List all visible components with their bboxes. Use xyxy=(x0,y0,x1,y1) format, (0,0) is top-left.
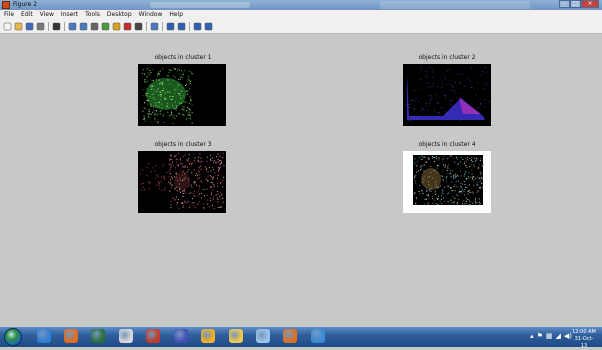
insert-legend-icon[interactable] xyxy=(177,22,186,31)
clock-date: 31-Oct-13 xyxy=(574,336,594,349)
subplot-3-image[interactable] xyxy=(138,151,226,213)
firefox-icon[interactable] xyxy=(64,329,78,343)
media-center-icon[interactable] xyxy=(91,329,105,343)
data-cursor-icon[interactable] xyxy=(112,22,121,31)
subplot-3-title: objects in cluster 3 xyxy=(154,141,212,148)
volume-icon[interactable]: ◀) xyxy=(564,332,572,340)
menu-window[interactable]: Window xyxy=(139,10,163,20)
matlab-icon[interactable] xyxy=(283,329,297,343)
start-button[interactable] xyxy=(4,328,22,346)
window-title: Figure 2 xyxy=(13,1,38,8)
java-icon[interactable] xyxy=(146,329,160,343)
file-explorer-icon[interactable] xyxy=(229,329,243,343)
toolbar-separator xyxy=(189,22,190,31)
player-icon[interactable] xyxy=(311,329,325,343)
toolbar-separator xyxy=(64,22,65,31)
insert-colorbar-icon[interactable] xyxy=(166,22,175,31)
menu-view[interactable]: View xyxy=(40,10,54,20)
subplot-2-image[interactable] xyxy=(403,64,491,126)
notepad-icon[interactable] xyxy=(256,329,270,343)
subplot-1-title: objects in cluster 1 xyxy=(154,54,212,61)
hide-plot-tools-icon[interactable] xyxy=(193,22,202,31)
title-bar[interactable]: Figure 2 – □ × xyxy=(0,0,602,10)
chrome-icon[interactable] xyxy=(119,329,133,343)
matlab-figure-icon xyxy=(2,1,10,9)
title-bar-region xyxy=(380,1,530,9)
chrome-app-icon[interactable] xyxy=(201,329,215,343)
menu-bar: File Edit View Insert Tools Desktop Window Help xyxy=(0,10,602,20)
print-icon[interactable] xyxy=(36,22,45,31)
show-plot-tools-icon[interactable] xyxy=(204,22,213,31)
system-tray: ▴ ⚑ ▦ ◢ ◀) xyxy=(527,332,572,340)
zoom-in-icon[interactable] xyxy=(68,22,77,31)
zoom-out-icon[interactable] xyxy=(79,22,88,31)
title-bar-region xyxy=(150,2,250,8)
menu-help[interactable]: Help xyxy=(169,10,183,20)
menu-tools[interactable]: Tools xyxy=(85,10,100,20)
subplot-2-title: objects in cluster 2 xyxy=(418,54,476,61)
menu-insert[interactable]: Insert xyxy=(61,10,78,20)
new-figure-icon[interactable] xyxy=(3,22,12,31)
figure-canvas: objects in cluster 1 objects in cluster … xyxy=(0,35,602,327)
pan-icon[interactable] xyxy=(90,22,99,31)
brush-dropdown-icon[interactable] xyxy=(134,22,143,31)
brush-icon[interactable] xyxy=(123,22,132,31)
rotate-3d-icon[interactable] xyxy=(101,22,110,31)
internet-explorer-icon[interactable] xyxy=(37,329,51,343)
edit-plot-icon[interactable] xyxy=(52,22,61,31)
menu-edit[interactable]: Edit xyxy=(21,10,33,20)
windows-taskbar: ▴ ⚑ ▦ ◢ ◀) 12:00 AM 31-Oct-13 xyxy=(0,327,602,349)
subplot-4-image[interactable] xyxy=(403,151,491,213)
toolbar-separator xyxy=(146,22,147,31)
figure-toolbar xyxy=(0,20,602,34)
link-plot-icon[interactable] xyxy=(150,22,159,31)
flag-icon[interactable]: ⚑ xyxy=(537,332,543,340)
open-file-icon[interactable] xyxy=(14,22,23,31)
close-button[interactable]: × xyxy=(581,0,599,8)
clock-time: 12:00 AM xyxy=(572,329,596,335)
subplot-1-image[interactable] xyxy=(138,64,226,126)
network-icon[interactable]: ▦ xyxy=(546,332,553,340)
tray-arrow-icon[interactable]: ▴ xyxy=(530,332,534,340)
subplot-4-title: objects in cluster 4 xyxy=(418,141,476,148)
save-icon[interactable] xyxy=(25,22,34,31)
window-controls: – □ × xyxy=(559,0,599,9)
minimize-button[interactable]: – xyxy=(559,0,570,8)
menu-file[interactable]: File xyxy=(4,10,14,20)
signal-icon[interactable]: ◢ xyxy=(555,332,560,340)
menu-desktop[interactable]: Desktop xyxy=(107,10,132,20)
maximize-button[interactable]: □ xyxy=(570,0,581,8)
toolbar-separator xyxy=(162,22,163,31)
vlc-icon[interactable] xyxy=(174,329,188,343)
toolbar-separator xyxy=(48,22,49,31)
